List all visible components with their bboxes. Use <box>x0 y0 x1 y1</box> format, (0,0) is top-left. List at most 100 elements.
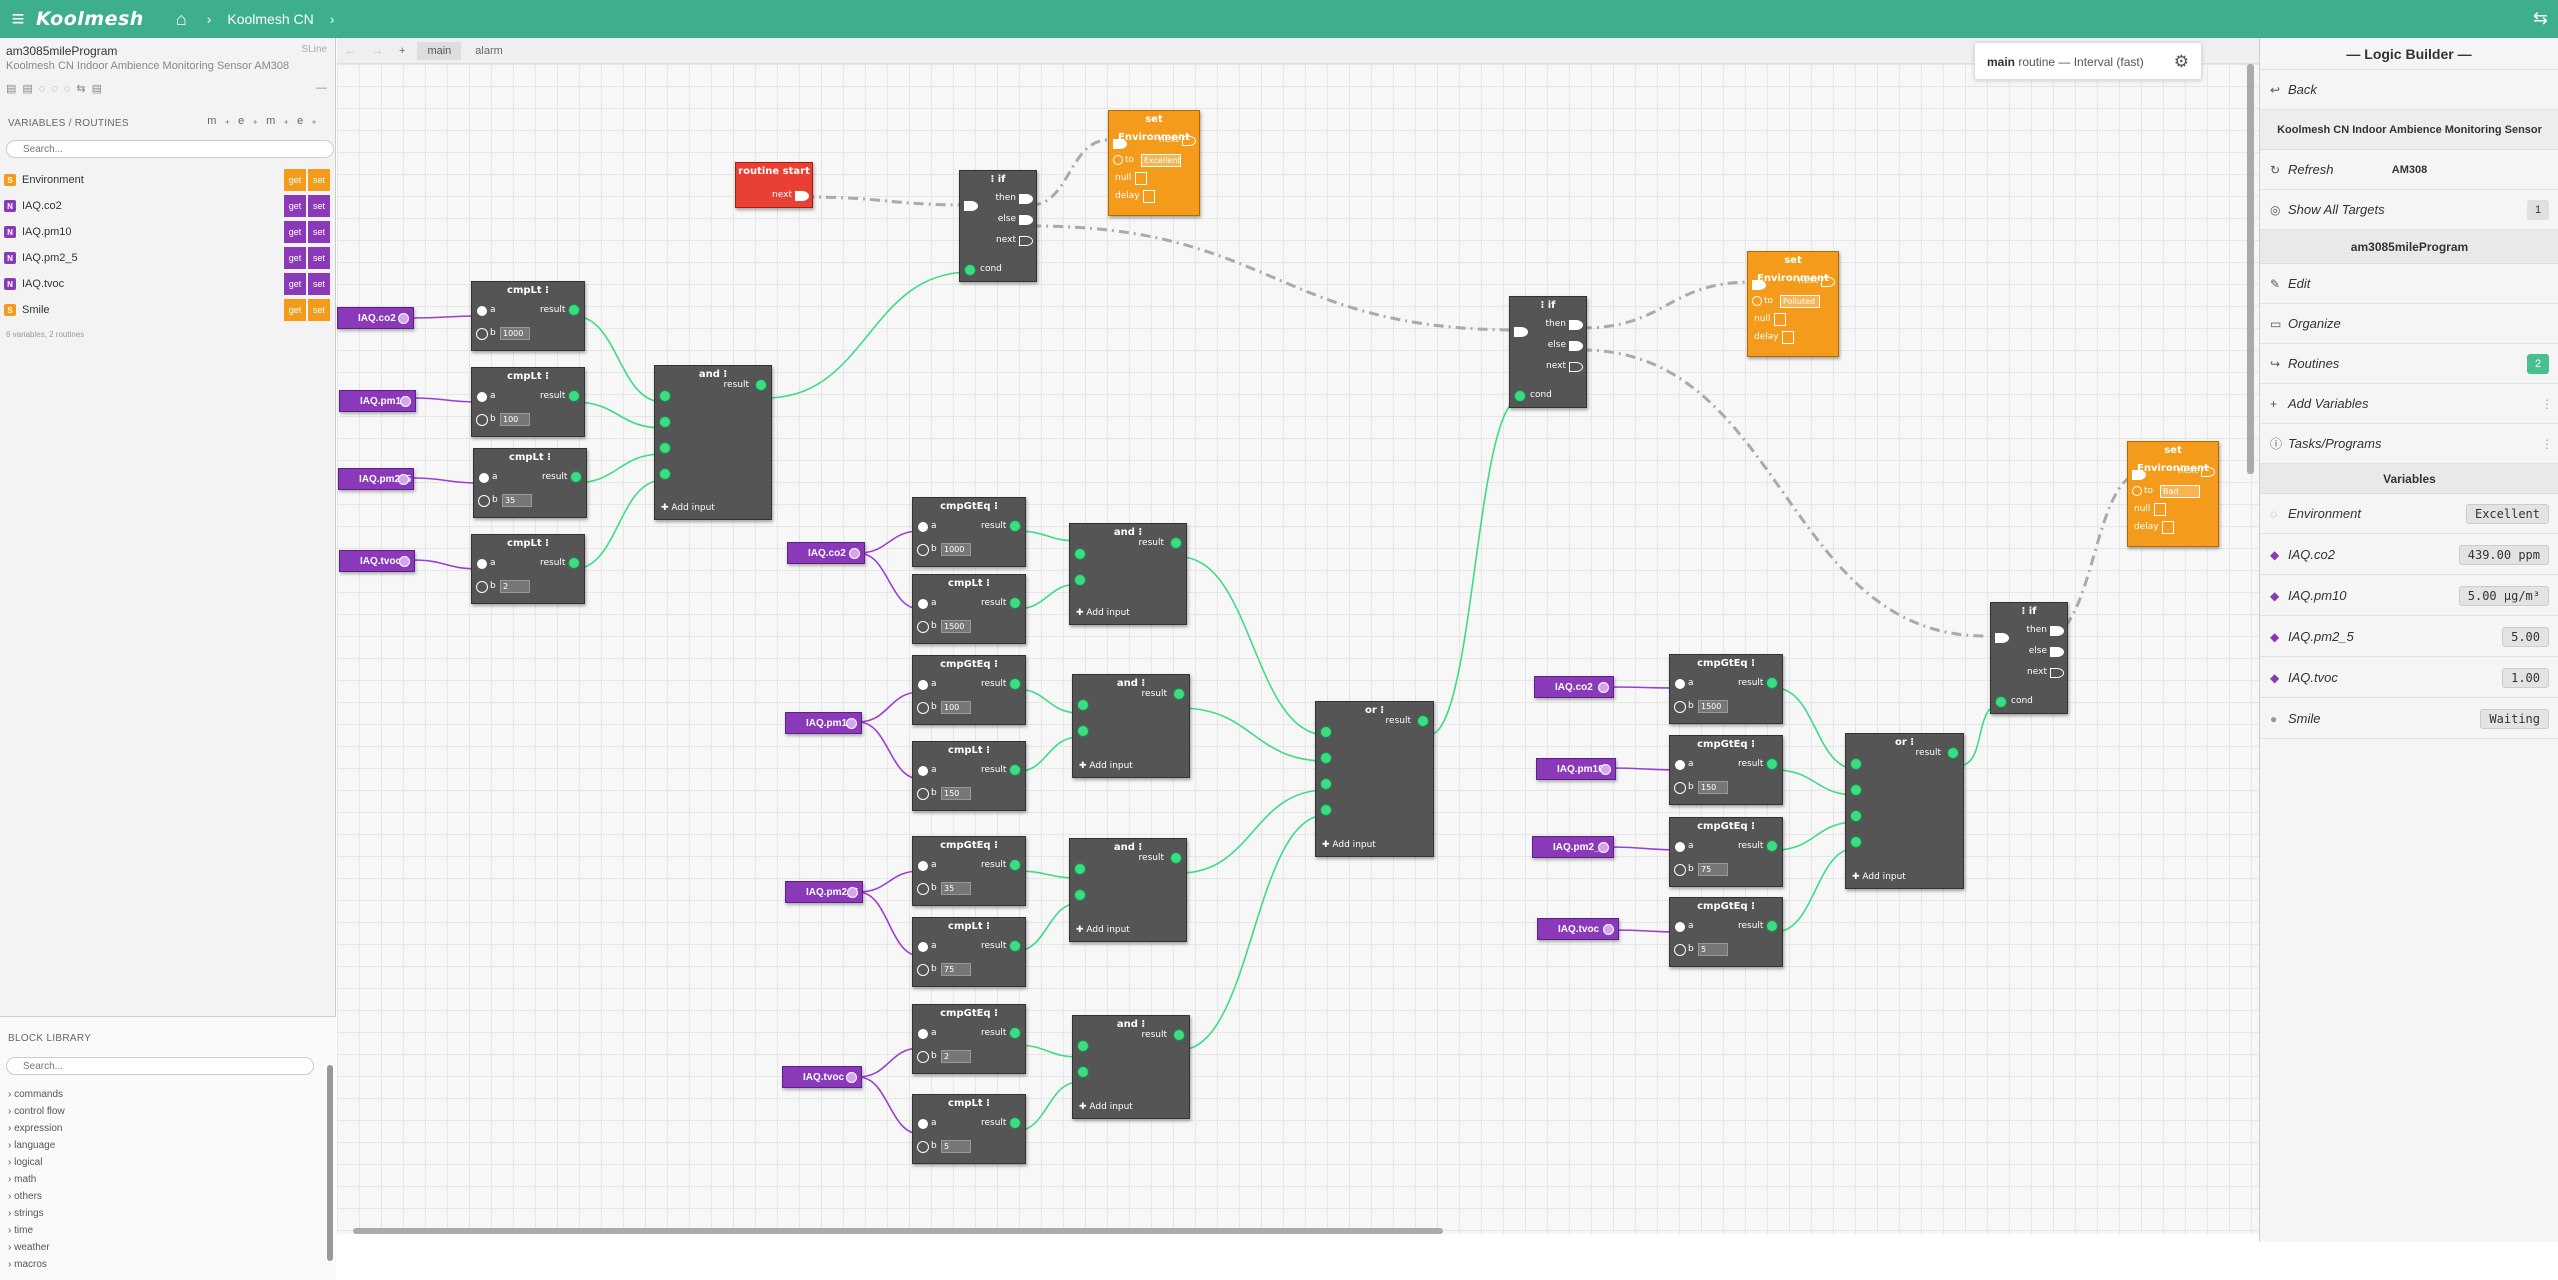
tasks-button[interactable]: ⓘ Tasks/Programs ⋮ <box>2260 424 2558 464</box>
library-category[interactable]: › math <box>8 1174 36 1185</box>
to-value-field[interactable]: Bad <box>2160 485 2200 498</box>
cmpgteq-block[interactable]: cmpGtEq ⁝ a result b 5 <box>1669 897 1783 967</box>
cmplt-block[interactable]: cmpLt ⁝ a result b 5 <box>912 1094 1026 1164</box>
result-pin[interactable] <box>1766 758 1778 770</box>
input-b-pin[interactable] <box>917 1051 929 1063</box>
cond-pin[interactable] <box>1995 696 2007 708</box>
null-checkbox[interactable] <box>2154 503 2166 516</box>
routines-button[interactable]: ↪ Routines 2 <box>2260 344 2558 384</box>
variable-output-pin[interactable] <box>1598 842 1609 853</box>
input-a-pin[interactable] <box>917 521 929 533</box>
b-value-field[interactable]: 35 <box>941 882 971 895</box>
add-variables-button[interactable]: + Add Variables ⋮ <box>2260 384 2558 424</box>
set-button[interactable]: set <box>308 221 330 243</box>
get-button[interactable]: get <box>284 299 306 321</box>
get-button[interactable]: get <box>284 247 306 269</box>
to-pin[interactable] <box>1113 155 1123 165</box>
b-value-field[interactable]: 2 <box>500 580 530 593</box>
add-input-button[interactable]: ✚ Add input <box>661 503 715 513</box>
gate-input-pin[interactable] <box>659 468 671 480</box>
horizontal-scrollbar[interactable] <box>353 1228 1443 1234</box>
library-category[interactable]: › strings <box>8 1208 44 1219</box>
delay-checkbox[interactable] <box>2162 521 2174 534</box>
result-pin[interactable] <box>570 471 582 483</box>
and-block[interactable]: and ⁝ result ✚ Add input <box>654 365 772 520</box>
result-pin[interactable] <box>568 390 580 402</box>
library-category[interactable]: › control flow <box>8 1106 65 1117</box>
input-b-pin[interactable] <box>476 581 488 593</box>
collapse-icon[interactable]: — <box>316 82 327 94</box>
cmpgteq-block[interactable]: cmpGtEq ⁝ a result b 35 <box>912 836 1026 906</box>
next-nub[interactable] <box>1182 136 1196 146</box>
next-nub[interactable] <box>2201 467 2215 477</box>
panel-variable-row[interactable]: ◆ IAQ.tvoc 1.00 <box>2260 658 2558 698</box>
variable-get-block[interactable]: IAQ.tvoc <box>1537 918 1619 940</box>
variable-output-pin[interactable] <box>1598 682 1609 693</box>
variable-get-block[interactable]: IAQ.pm2_5 <box>785 881 863 903</box>
and-block[interactable]: and ⁝ result ✚ Add input <box>1072 674 1190 778</box>
b-value-field[interactable]: 1000 <box>941 543 971 556</box>
cmpgteq-block[interactable]: cmpGtEq ⁝ a result b 1500 <box>1669 654 1783 724</box>
add-input-button[interactable]: ✚ Add input <box>1852 872 1906 882</box>
input-a-pin[interactable] <box>1674 921 1686 933</box>
program-toolbar[interactable]: ▤▤◌◌◌⇆▤ <box>6 82 108 95</box>
b-value-field[interactable]: 150 <box>941 787 971 800</box>
and-block[interactable]: and ⁝ result ✚ Add input <box>1069 523 1187 625</box>
delay-checkbox[interactable] <box>1782 331 1794 344</box>
flow-input-nub[interactable] <box>2132 470 2146 480</box>
result-pin[interactable] <box>1009 940 1021 952</box>
panel-variable-row[interactable]: ◆ IAQ.pm10 5.00 µg/m³ <box>2260 576 2558 616</box>
result-pin[interactable] <box>1766 677 1778 689</box>
variable-output-pin[interactable] <box>400 396 411 407</box>
b-value-field[interactable]: 75 <box>941 963 971 976</box>
input-b-pin[interactable] <box>1674 944 1686 956</box>
flow-input-nub[interactable] <box>1995 633 2009 643</box>
panel-variable-row[interactable]: ◆ IAQ.pm2_5 5.00 <box>2260 617 2558 657</box>
gate-input-pin[interactable] <box>1077 1066 1089 1078</box>
add-tab-icon[interactable]: + <box>399 45 405 57</box>
variable-get-block[interactable]: IAQ.pm2_5 <box>1532 836 1614 858</box>
set-button[interactable]: set <box>308 195 330 217</box>
gate-input-pin[interactable] <box>659 390 671 402</box>
flow-input-nub[interactable] <box>964 201 978 211</box>
variable-output-pin[interactable] <box>846 718 857 729</box>
input-b-pin[interactable] <box>476 414 488 426</box>
result-pin[interactable] <box>1417 715 1429 727</box>
b-value-field[interactable]: 2 <box>941 1050 971 1063</box>
result-pin[interactable] <box>1170 852 1182 864</box>
input-a-pin[interactable] <box>1674 759 1686 771</box>
library-scrollbar[interactable] <box>327 1065 333 1261</box>
next-nub[interactable] <box>795 191 809 201</box>
variable-get-block[interactable]: IAQ.pm10 <box>339 390 416 412</box>
add-input-button[interactable]: ✚ Add input <box>1079 1102 1133 1112</box>
input-b-pin[interactable] <box>476 328 488 340</box>
input-b-pin[interactable] <box>1674 864 1686 876</box>
b-value-field[interactable]: 100 <box>941 701 971 714</box>
b-value-field[interactable]: 75 <box>1698 863 1728 876</box>
add-input-button[interactable]: ✚ Add input <box>1079 761 1133 771</box>
refresh-button[interactable]: ↻ Refresh <box>2260 150 2558 190</box>
result-pin[interactable] <box>1009 859 1021 871</box>
cmplt-block[interactable]: cmpLt ⁝ a result b 2 <box>471 534 585 604</box>
undo-icon[interactable]: ← <box>345 45 356 57</box>
cmplt-block[interactable]: cmpLt ⁝ a result b 100 <box>471 367 585 437</box>
gate-input-pin[interactable] <box>1320 752 1332 764</box>
result-pin[interactable] <box>1009 678 1021 690</box>
to-pin[interactable] <box>1752 296 1762 306</box>
next-nub[interactable] <box>1821 277 1835 287</box>
input-b-pin[interactable] <box>917 964 929 976</box>
result-pin[interactable] <box>1009 597 1021 609</box>
input-b-pin[interactable] <box>917 1141 929 1153</box>
vertical-scrollbar[interactable] <box>2247 64 2254 474</box>
edit-button[interactable]: ✎ Edit <box>2260 264 2558 304</box>
b-value-field[interactable]: 5 <box>1698 943 1728 956</box>
variable-output-pin[interactable] <box>399 556 410 567</box>
get-button[interactable]: get <box>284 273 306 295</box>
set-environment-block[interactable]: set Environment next to Excellent null d… <box>1108 110 1200 216</box>
variable-output-pin[interactable] <box>1600 764 1611 775</box>
cmplt-block[interactable]: cmpLt ⁝ a result b 35 <box>473 448 587 518</box>
variable-row[interactable]: N IAQ.pm10 get set <box>4 220 330 244</box>
library-category[interactable]: › others <box>8 1191 42 1202</box>
gate-input-pin[interactable] <box>1850 784 1862 796</box>
result-pin[interactable] <box>1947 747 1959 759</box>
